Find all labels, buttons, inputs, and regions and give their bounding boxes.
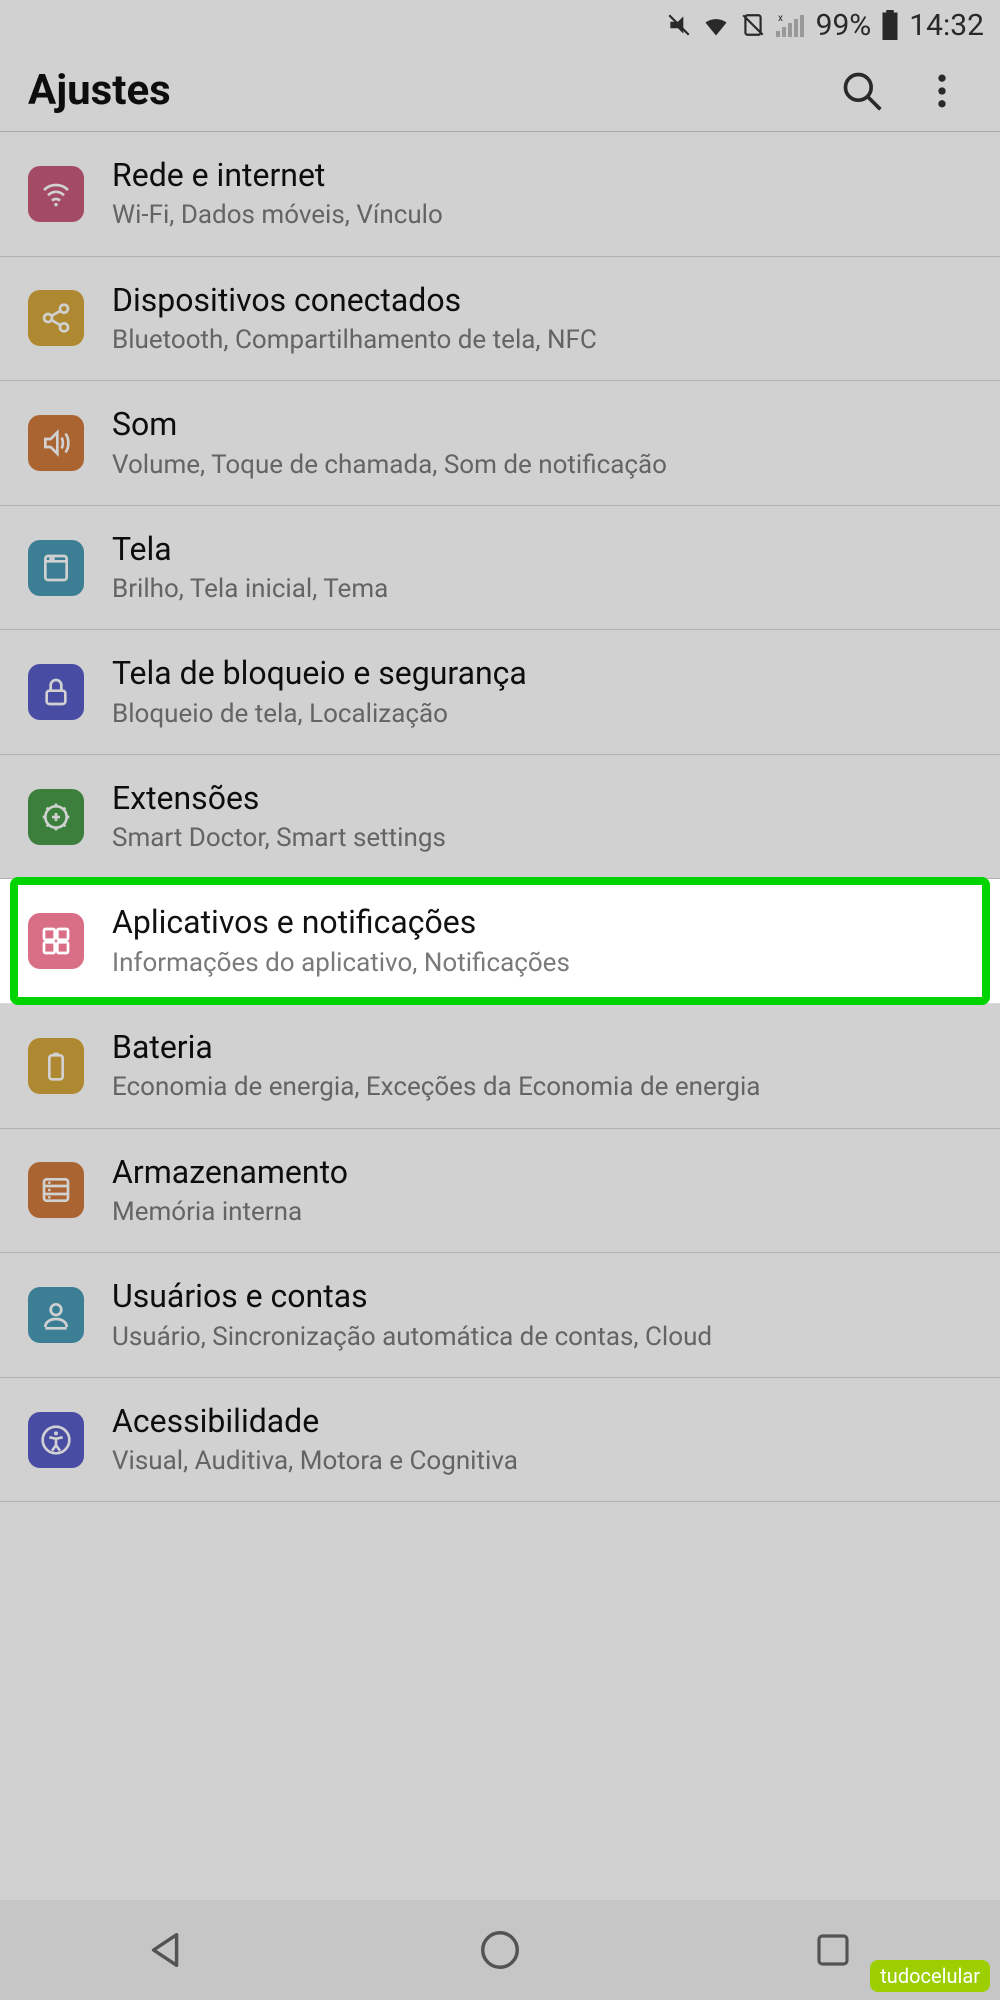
circle-home-icon bbox=[477, 1927, 523, 1973]
item-subtitle: Bloqueio de tela, Localização bbox=[112, 699, 527, 730]
settings-item[interactable]: Som Volume, Toque de chamada, Som de noti… bbox=[0, 381, 1000, 506]
settings-item[interactable]: Aplicativos e notificações Informações do… bbox=[0, 879, 1000, 1004]
item-title: Usuários e contas bbox=[112, 1277, 712, 1315]
item-text: Aplicativos e notificações Informações do… bbox=[112, 903, 570, 979]
item-text: Tela Brilho, Tela inicial, Tema bbox=[112, 530, 388, 606]
item-title: Tela bbox=[112, 530, 388, 568]
mute-icon bbox=[666, 12, 692, 38]
triangle-back-icon bbox=[144, 1927, 190, 1973]
item-text: Acessibilidade Visual, Auditiva, Motora e… bbox=[112, 1402, 518, 1478]
item-title: Som bbox=[112, 405, 667, 443]
more-vert-icon bbox=[920, 69, 964, 113]
item-text: Extensões Smart Doctor, Smart settings bbox=[112, 779, 446, 855]
user-icon bbox=[28, 1287, 84, 1343]
sound-icon bbox=[28, 415, 84, 471]
back-button[interactable] bbox=[137, 1920, 197, 1980]
recents-button[interactable] bbox=[803, 1920, 863, 1980]
item-subtitle: Wi-Fi, Dados móveis, Vínculo bbox=[112, 200, 443, 231]
battery-percent: 99% bbox=[816, 8, 872, 43]
settings-item[interactable]: Tela Brilho, Tela inicial, Tema bbox=[0, 506, 1000, 631]
search-icon bbox=[840, 69, 884, 113]
display-icon bbox=[28, 540, 84, 596]
item-text: Usuários e contas Usuário, Sincronização … bbox=[112, 1277, 712, 1353]
item-title: Acessibilidade bbox=[112, 1402, 518, 1440]
storage-icon bbox=[28, 1162, 84, 1218]
item-text: Dispositivos conectados Bluetooth, Compar… bbox=[112, 281, 597, 357]
item-text: Bateria Economia de energia, Exceções da … bbox=[112, 1028, 760, 1104]
settings-item[interactable]: Bateria Economia de energia, Exceções da … bbox=[0, 1004, 1000, 1129]
item-subtitle: Visual, Auditiva, Motora e Cognitiva bbox=[112, 1446, 518, 1477]
item-subtitle: Bluetooth, Compartilhamento de tela, NFC bbox=[112, 325, 597, 356]
item-subtitle: Informações do aplicativo, Notificações bbox=[112, 948, 570, 979]
item-title: Tela de bloqueio e segurança bbox=[112, 654, 527, 692]
item-subtitle: Economia de energia, Exceções da Economi… bbox=[112, 1072, 760, 1103]
app-header: Ajustes bbox=[0, 50, 1000, 132]
settings-item[interactable]: Acessibilidade Visual, Auditiva, Motora e… bbox=[0, 1378, 1000, 1503]
wifi-icon bbox=[28, 166, 84, 222]
item-title: Armazenamento bbox=[112, 1153, 348, 1191]
item-title: Aplicativos e notificações bbox=[112, 903, 570, 941]
item-text: Armazenamento Memória interna bbox=[112, 1153, 348, 1229]
gear-plus-icon bbox=[28, 789, 84, 845]
battery-icon bbox=[881, 10, 899, 40]
settings-item[interactable]: Tela de bloqueio e segurança Bloqueio de … bbox=[0, 630, 1000, 755]
apps-icon bbox=[28, 913, 84, 969]
item-subtitle: Memória interna bbox=[112, 1197, 348, 1228]
clock: 14:32 bbox=[909, 8, 984, 43]
wifi-icon bbox=[702, 11, 730, 39]
item-title: Dispositivos conectados bbox=[112, 281, 597, 319]
battery-icon bbox=[28, 1038, 84, 1094]
lock-icon bbox=[28, 664, 84, 720]
svg-text:x: x bbox=[778, 13, 783, 24]
more-button[interactable] bbox=[912, 61, 972, 121]
item-subtitle: Brilho, Tela inicial, Tema bbox=[112, 574, 388, 605]
item-title: Rede e internet bbox=[112, 156, 443, 194]
item-text: Tela de bloqueio e segurança Bloqueio de … bbox=[112, 654, 527, 730]
item-subtitle: Usuário, Sincronização automática de con… bbox=[112, 1322, 712, 1353]
item-subtitle: Volume, Toque de chamada, Som de notific… bbox=[112, 450, 667, 481]
page-title: Ajustes bbox=[28, 66, 812, 115]
status-bar: x 99% 14:32 bbox=[0, 0, 1000, 50]
watermark: tudocelular bbox=[870, 1960, 990, 1992]
signal-icon: x bbox=[776, 12, 806, 38]
accessibility-icon bbox=[28, 1412, 84, 1468]
settings-list: Rede e internet Wi-Fi, Dados móveis, Vínc… bbox=[0, 132, 1000, 1502]
settings-item[interactable]: Rede e internet Wi-Fi, Dados móveis, Vínc… bbox=[0, 132, 1000, 257]
settings-item[interactable]: Dispositivos conectados Bluetooth, Compar… bbox=[0, 257, 1000, 382]
item-text: Rede e internet Wi-Fi, Dados móveis, Vínc… bbox=[112, 156, 443, 232]
settings-item[interactable]: Usuários e contas Usuário, Sincronização … bbox=[0, 1253, 1000, 1378]
no-sim-icon bbox=[740, 12, 766, 38]
settings-item[interactable]: Armazenamento Memória interna bbox=[0, 1129, 1000, 1254]
share-icon bbox=[28, 290, 84, 346]
settings-item[interactable]: Extensões Smart Doctor, Smart settings bbox=[0, 755, 1000, 880]
item-title: Bateria bbox=[112, 1028, 760, 1066]
search-button[interactable] bbox=[832, 61, 892, 121]
navigation-bar bbox=[0, 1900, 1000, 2000]
item-subtitle: Smart Doctor, Smart settings bbox=[112, 823, 446, 854]
square-recents-icon bbox=[812, 1929, 854, 1971]
home-button[interactable] bbox=[470, 1920, 530, 1980]
item-title: Extensões bbox=[112, 779, 446, 817]
item-text: Som Volume, Toque de chamada, Som de noti… bbox=[112, 405, 667, 481]
